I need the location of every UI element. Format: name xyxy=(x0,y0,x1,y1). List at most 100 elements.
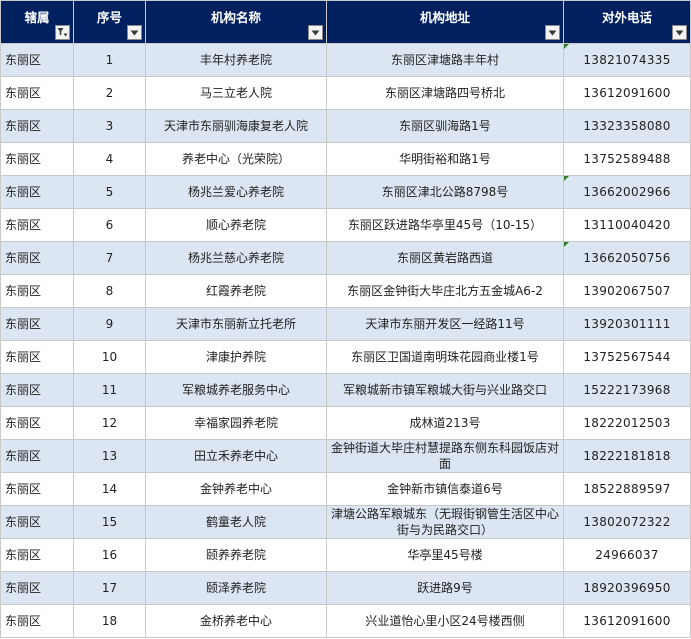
name-cell[interactable]: 红霞养老院 xyxy=(145,274,327,308)
phone-cell[interactable]: 13902067507 xyxy=(563,274,691,308)
address-cell[interactable]: 华亭里45号楼 xyxy=(326,538,564,572)
address-cell[interactable]: 金钟街道大毕庄村慧提路东侧东科园饭店对面 xyxy=(326,439,564,473)
address-cell[interactable]: 东丽区金钟街大毕庄北方五金城A6-2 xyxy=(326,274,564,308)
address-filter-button[interactable] xyxy=(545,25,560,40)
address-cell[interactable]: 天津市东丽开发区一经路11号 xyxy=(326,307,564,341)
seq-cell[interactable]: 17 xyxy=(73,571,146,605)
seq-cell[interactable]: 18 xyxy=(73,604,146,638)
address-cell[interactable]: 军粮城新市镇军粮城大街与兴业路交口 xyxy=(326,373,564,407)
table-row: 东丽区 6 顺心养老院 东丽区跃进路华亭里45号（10-15） 13110040… xyxy=(0,208,691,242)
district-cell[interactable]: 东丽区 xyxy=(0,307,74,341)
address-cell[interactable]: 东丽区黄岩路西道 xyxy=(326,241,564,275)
phone-cell[interactable]: 13612091600 xyxy=(563,604,691,638)
phone-filter-button[interactable] xyxy=(672,25,687,40)
name-cell[interactable]: 军粮城养老服务中心 xyxy=(145,373,327,407)
seq-cell[interactable]: 12 xyxy=(73,406,146,440)
name-cell[interactable]: 颐养养老院 xyxy=(145,538,327,572)
district-cell[interactable]: 东丽区 xyxy=(0,109,74,143)
district-cell[interactable]: 东丽区 xyxy=(0,472,74,506)
district-cell[interactable]: 东丽区 xyxy=(0,175,74,209)
phone-cell[interactable]: 18920396950 xyxy=(563,571,691,605)
name-cell[interactable]: 金钟养老中心 xyxy=(145,472,327,506)
name-cell[interactable]: 金桥养老中心 xyxy=(145,604,327,638)
phone-cell[interactable]: 13110040420 xyxy=(563,208,691,242)
phone-cell[interactable]: 24966037 xyxy=(563,538,691,572)
table-row: 东丽区 10 津康护养院 东丽区卫国道南明珠花园商业楼1号 1375256754… xyxy=(0,340,691,374)
seq-cell[interactable]: 1 xyxy=(73,43,146,77)
address-cell[interactable]: 东丽区津北公路8798号 xyxy=(326,175,564,209)
district-cell[interactable]: 东丽区 xyxy=(0,241,74,275)
name-cell[interactable]: 丰年村养老院 xyxy=(145,43,327,77)
name-cell[interactable]: 养老中心（光荣院） xyxy=(145,142,327,176)
district-filter-button[interactable] xyxy=(55,25,70,40)
seq-cell[interactable]: 15 xyxy=(73,505,146,539)
address-cell[interactable]: 金钟新市镇信泰道6号 xyxy=(326,472,564,506)
address-cell[interactable]: 东丽区跃进路华亭里45号（10-15） xyxy=(326,208,564,242)
seq-cell[interactable]: 4 xyxy=(73,142,146,176)
district-cell[interactable]: 东丽区 xyxy=(0,373,74,407)
phone-cell[interactable]: 18522889597 xyxy=(563,472,691,506)
name-cell[interactable]: 杨兆兰慈心养老院 xyxy=(145,241,327,275)
district-cell[interactable]: 东丽区 xyxy=(0,538,74,572)
seq-cell[interactable]: 2 xyxy=(73,76,146,110)
seq-cell[interactable]: 6 xyxy=(73,208,146,242)
phone-cell[interactable]: 15222173968 xyxy=(563,373,691,407)
table-row: 东丽区 11 军粮城养老服务中心 军粮城新市镇军粮城大街与兴业路交口 15222… xyxy=(0,373,691,407)
district-cell[interactable]: 东丽区 xyxy=(0,406,74,440)
name-cell[interactable]: 天津市东丽新立托老所 xyxy=(145,307,327,341)
phone-cell[interactable]: 13752567544 xyxy=(563,340,691,374)
phone-cell[interactable]: 18222181818 xyxy=(563,439,691,473)
district-cell[interactable]: 东丽区 xyxy=(0,43,74,77)
phone-cell[interactable]: 13821074335 xyxy=(563,43,691,77)
seq-cell[interactable]: 9 xyxy=(73,307,146,341)
name-cell[interactable]: 鹤童老人院 xyxy=(145,505,327,539)
address-cell[interactable]: 东丽区驯海路1号 xyxy=(326,109,564,143)
district-cell[interactable]: 东丽区 xyxy=(0,208,74,242)
phone-cell[interactable]: 13662002966 xyxy=(563,175,691,209)
phone-cell[interactable]: 13662050756 xyxy=(563,241,691,275)
header-name-label: 机构名称 xyxy=(210,9,261,25)
name-cell[interactable]: 津康护养院 xyxy=(145,340,327,374)
seq-cell[interactable]: 8 xyxy=(73,274,146,308)
district-cell[interactable]: 东丽区 xyxy=(0,604,74,638)
address-cell[interactable]: 东丽区津塘路四号桥北 xyxy=(326,76,564,110)
seq-cell[interactable]: 10 xyxy=(73,340,146,374)
spreadsheet: 辖属 序号 机构名称 机构地址 对外电话 东丽区 1 丰年村养老院 东丽区津塘路… xyxy=(0,0,691,639)
district-cell[interactable]: 东丽区 xyxy=(0,571,74,605)
district-cell[interactable]: 东丽区 xyxy=(0,142,74,176)
name-cell[interactable]: 田立禾养老中心 xyxy=(145,439,327,473)
address-cell[interactable]: 成林道213号 xyxy=(326,406,564,440)
name-cell[interactable]: 颐泽养老院 xyxy=(145,571,327,605)
phone-cell[interactable]: 13920301111 xyxy=(563,307,691,341)
name-cell[interactable]: 幸福家园养老院 xyxy=(145,406,327,440)
seq-cell[interactable]: 14 xyxy=(73,472,146,506)
district-cell[interactable]: 东丽区 xyxy=(0,76,74,110)
phone-cell[interactable]: 13612091600 xyxy=(563,76,691,110)
phone-cell[interactable]: 13323358080 xyxy=(563,109,691,143)
district-cell[interactable]: 东丽区 xyxy=(0,439,74,473)
seq-cell[interactable]: 5 xyxy=(73,175,146,209)
address-cell[interactable]: 华明街裕和路1号 xyxy=(326,142,564,176)
address-cell[interactable]: 兴业道怡心里小区24号楼西侧 xyxy=(326,604,564,638)
seq-cell[interactable]: 7 xyxy=(73,241,146,275)
phone-cell[interactable]: 13752589488 xyxy=(563,142,691,176)
district-cell[interactable]: 东丽区 xyxy=(0,340,74,374)
seq-cell[interactable]: 3 xyxy=(73,109,146,143)
phone-cell[interactable]: 18222012503 xyxy=(563,406,691,440)
name-cell[interactable]: 杨兆兰爱心养老院 xyxy=(145,175,327,209)
seq-cell[interactable]: 16 xyxy=(73,538,146,572)
phone-cell[interactable]: 13802072322 xyxy=(563,505,691,539)
address-cell[interactable]: 东丽区卫国道南明珠花园商业楼1号 xyxy=(326,340,564,374)
name-cell[interactable]: 顺心养老院 xyxy=(145,208,327,242)
district-cell[interactable]: 东丽区 xyxy=(0,505,74,539)
name-cell[interactable]: 天津市东丽驯海康复老人院 xyxy=(145,109,327,143)
address-cell[interactable]: 东丽区津塘路丰年村 xyxy=(326,43,564,77)
district-cell[interactable]: 东丽区 xyxy=(0,274,74,308)
seq-cell[interactable]: 11 xyxy=(73,373,146,407)
seq-cell[interactable]: 13 xyxy=(73,439,146,473)
name-cell[interactable]: 马三立老人院 xyxy=(145,76,327,110)
name-filter-button[interactable] xyxy=(308,25,323,40)
address-cell[interactable]: 津塘公路军粮城东（无瑕街钢管生活区中心街与为民路交口） xyxy=(326,505,564,539)
address-cell[interactable]: 跃进路9号 xyxy=(326,571,564,605)
seq-filter-button[interactable] xyxy=(127,25,142,40)
